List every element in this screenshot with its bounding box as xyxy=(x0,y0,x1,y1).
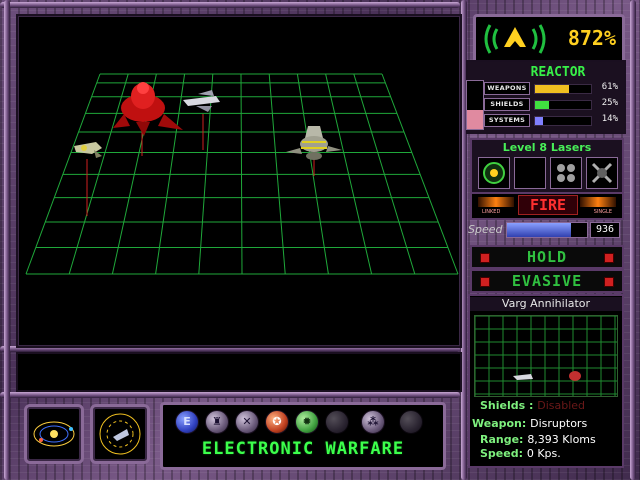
action-bar-label: ELECTRONIC WARFARE xyxy=(201,439,405,459)
hold-indicator xyxy=(604,253,614,263)
hold-button[interactable]: HOLD xyxy=(470,245,624,269)
enemy-fighter-ship[interactable] xyxy=(183,90,220,112)
frame-pipe xyxy=(0,392,460,398)
fire-single-label[interactable]: SINGLE xyxy=(594,209,612,215)
evasive-indicator xyxy=(480,277,490,287)
target-speed-value: 0 Kps. xyxy=(526,447,561,460)
tactical-viewport[interactable] xyxy=(16,14,462,348)
ship-view-icon xyxy=(99,413,141,455)
hold-indicator xyxy=(480,253,490,263)
target-weapon-value: Disruptors xyxy=(530,417,588,430)
tactical-grid xyxy=(25,73,459,275)
target-shields-value: Disabled xyxy=(537,399,586,412)
frame-pipe xyxy=(4,0,10,480)
action-bar: E ♜ ✕ ✪ ✹ ⁂ ELECTRONIC WARFARE xyxy=(160,402,446,470)
reactor-row-label: SHIELDS xyxy=(484,98,530,111)
reactor-row-weapons[interactable]: WEAPONS 61% xyxy=(484,82,620,95)
grid-line xyxy=(240,73,243,275)
x-icon[interactable]: ✕ xyxy=(235,410,259,434)
evasive-button[interactable]: EVASIVE xyxy=(470,269,624,293)
target-weapon-label: Weapon: xyxy=(472,417,527,430)
evasive-label: EVASIVE xyxy=(511,272,583,290)
enemy-scout-ship[interactable] xyxy=(74,142,102,158)
target-icon xyxy=(483,162,505,184)
reactor-row-shields[interactable]: SHIELDS 25% xyxy=(484,98,620,111)
target-range-label: Range: xyxy=(480,433,524,446)
jam-icon[interactable]: ✪ xyxy=(265,410,289,434)
fire-linked-label[interactable]: LINKED xyxy=(482,209,500,215)
target-range-value: 8,393 Kloms xyxy=(527,433,596,446)
cross-mode-button[interactable] xyxy=(586,157,618,189)
empty-slot xyxy=(325,410,349,434)
reactor-row-fill xyxy=(535,101,549,109)
fire-button[interactable]: FIRE xyxy=(518,195,578,215)
dashed-icon xyxy=(399,410,423,434)
cross-icon xyxy=(591,162,613,184)
fire-left-indicator xyxy=(478,197,514,207)
aux-gauge-fill xyxy=(467,109,483,129)
speed-slider[interactable] xyxy=(506,222,588,238)
signal-ship-icon xyxy=(484,24,546,54)
reactor-row-value: 14% xyxy=(601,114,618,124)
reactor-row-bar[interactable] xyxy=(534,116,592,126)
ship-view-button[interactable] xyxy=(90,404,150,464)
burst-icon[interactable]: ⁂ xyxy=(361,410,385,434)
reactor-row-bar[interactable] xyxy=(534,84,592,94)
target-scope-grid xyxy=(474,315,617,396)
varg-annihilator-ship[interactable] xyxy=(286,126,342,160)
target-mode-button[interactable] xyxy=(478,157,510,189)
scope-fighter-blip xyxy=(513,374,533,380)
reactor-row-label: WEAPONS xyxy=(484,82,530,95)
weapon-title: Level 8 Lasers xyxy=(502,141,592,154)
target-speed-label: Speed: xyxy=(480,447,523,460)
spread-mode-button[interactable] xyxy=(550,157,582,189)
scan-icon[interactable]: ✹ xyxy=(295,410,319,434)
ship-power-status: 872% xyxy=(473,14,625,64)
e-icon[interactable]: E xyxy=(175,410,199,434)
target-panel: Varg Annihilator Shields : Disabled Weap… xyxy=(468,294,624,468)
scope-enemy-blip xyxy=(569,371,581,381)
reactor-row-systems[interactable]: SYSTEMS 14% xyxy=(484,114,620,127)
weapon-slot-empty[interactable] xyxy=(514,157,546,189)
hold-label: HOLD xyxy=(526,248,568,266)
target-shields-row: Shields : Disabled xyxy=(480,399,585,412)
frame-pipe xyxy=(0,2,460,8)
reactor-row-value: 25% xyxy=(601,98,618,108)
frame-pipe xyxy=(630,0,636,480)
star-system-icon xyxy=(33,421,75,447)
power-percent: 872% xyxy=(567,26,616,50)
fire-right-indicator xyxy=(580,197,616,207)
weapon-panel: Level 8 Lasers xyxy=(470,138,624,196)
reactor-panel: REACTOR WEAPONS 61% SHIELDS 25% SYSTEMS 14% xyxy=(466,60,626,134)
reactor-row-value: 61% xyxy=(601,82,618,92)
target-scope[interactable] xyxy=(474,315,618,397)
speed-slider-fill xyxy=(507,223,571,237)
target-name: Varg Annihilator xyxy=(470,297,622,311)
spread-icon xyxy=(557,164,575,182)
message-panel xyxy=(16,352,462,392)
target-shields-label: Shields : xyxy=(480,399,534,412)
lander-icon[interactable]: ♜ xyxy=(205,410,229,434)
target-speed-row: Speed: 0 Kps. xyxy=(480,447,561,460)
target-range-row: Range: 8,393 Kloms xyxy=(480,433,596,446)
reactor-title: REACTOR xyxy=(530,65,586,80)
reactor-row-fill xyxy=(535,85,570,93)
star-system-button[interactable] xyxy=(24,404,84,464)
reactor-row-bar[interactable] xyxy=(534,100,592,110)
target-weapon-row: Weapon: Disruptors xyxy=(472,417,587,430)
aux-gauge xyxy=(466,80,484,130)
speed-label: Speed xyxy=(468,223,503,236)
reactor-row-fill xyxy=(535,117,543,125)
fire-panel: FIRE LINKED SINGLE xyxy=(470,192,624,220)
evasive-indicator xyxy=(604,277,614,287)
speed-value: 936 xyxy=(590,222,620,238)
reactor-row-label: SYSTEMS xyxy=(484,114,530,127)
